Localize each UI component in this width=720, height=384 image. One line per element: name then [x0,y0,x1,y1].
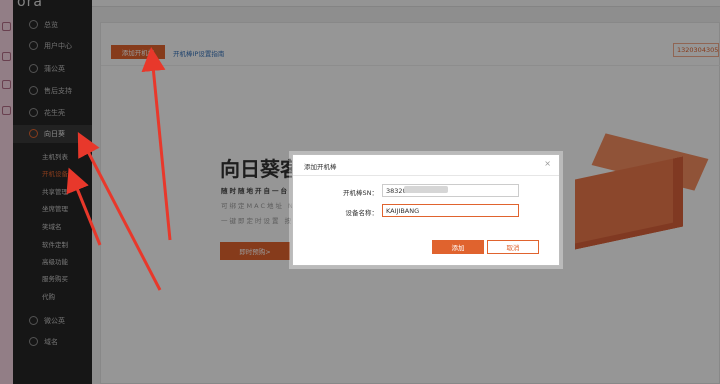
arrow-annotation [77,132,162,291]
arrow-annotation [141,47,172,241]
annotation-arrows [66,47,172,291]
arrow-annotation [66,167,102,246]
